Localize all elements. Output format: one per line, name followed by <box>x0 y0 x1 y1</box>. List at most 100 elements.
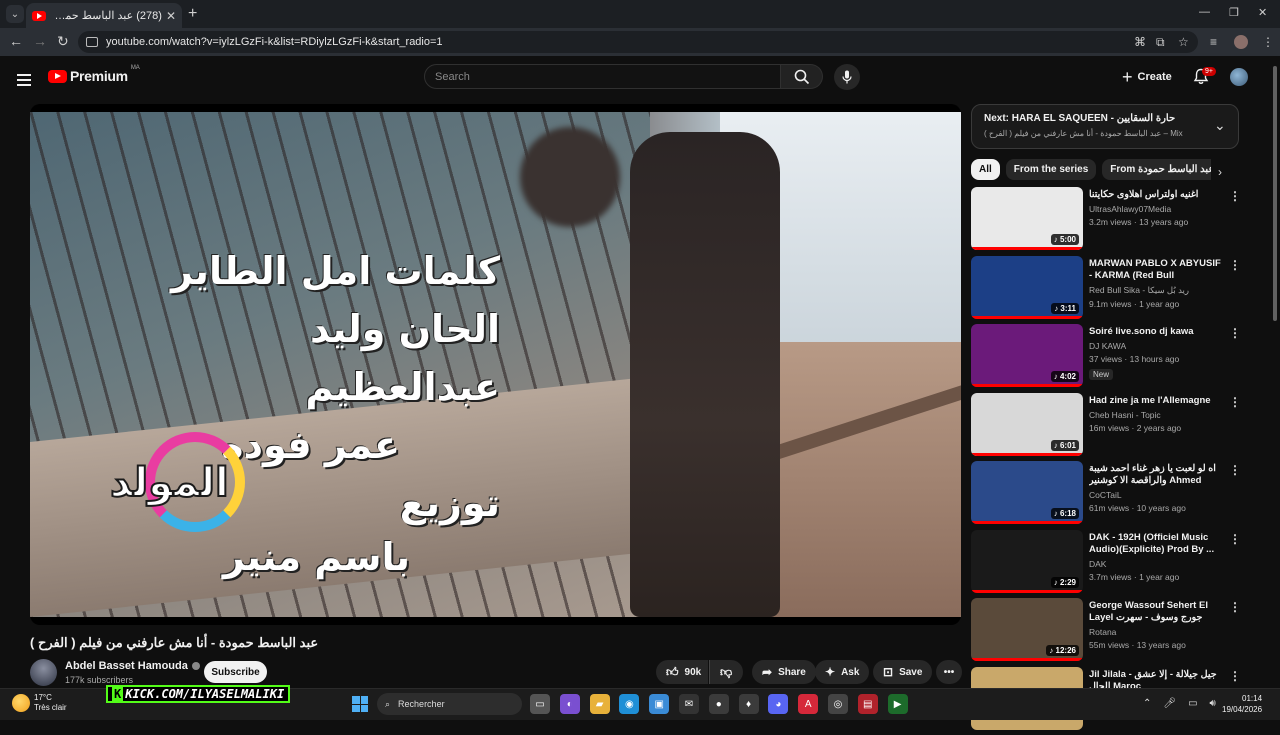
recommendation-channel[interactable]: UltrasAhlawy07Media <box>1089 204 1223 214</box>
recommendation-item[interactable]: ♪ 6:01 Had zine ja me l'Allemagne Cheb H… <box>971 393 1241 462</box>
file-explorer-icon[interactable]: ▰ <box>590 694 610 714</box>
kebab-menu-icon[interactable]: ⋮ <box>1229 326 1241 340</box>
weather-widget[interactable]: 17°CTrès clair <box>12 693 67 713</box>
voice-search-button[interactable] <box>834 64 860 90</box>
reading-list-icon[interactable]: ≡ <box>1210 35 1217 49</box>
chip-from-artist[interactable]: From عبد الباسط حمودة <box>1102 159 1211 180</box>
scrollbar-thumb[interactable] <box>1273 66 1277 321</box>
video-thumbnail[interactable]: ♪ 12:26 <box>971 598 1083 661</box>
system-clock[interactable]: 01:1419/04/2026 <box>1222 693 1262 715</box>
recommendation-channel[interactable]: Rotana <box>1089 627 1223 637</box>
search-input[interactable]: Search <box>424 64 781 89</box>
minimize-icon[interactable]: — <box>1199 6 1210 18</box>
url-field[interactable]: youtube.com/watch?v=iylzLGzFi-k&list=RDi… <box>78 31 1198 53</box>
channel-avatar[interactable] <box>30 659 57 686</box>
obs-icon[interactable]: ◎ <box>828 694 848 714</box>
recommendation-channel[interactable]: DAK <box>1089 559 1223 569</box>
recommendation-item[interactable]: ♪ 6:18 اه لو لعبت يا زهر غناء احمد شيبة … <box>971 461 1241 530</box>
edge-icon[interactable]: ◉ <box>619 694 639 714</box>
video-thumbnail[interactable]: ♪ 3:11 <box>971 256 1083 319</box>
ask-button[interactable]: ✦Ask <box>815 660 869 684</box>
like-button[interactable]: 👍︎90k <box>656 660 708 684</box>
create-button[interactable]: +Create <box>1122 66 1172 88</box>
forward-arrow-icon[interactable]: → <box>33 33 47 49</box>
youtube-logo[interactable]: Premium MA <box>48 68 140 84</box>
tab-close-icon[interactable]: ✕ <box>166 9 176 23</box>
chrome-icon[interactable]: ● <box>709 694 729 714</box>
recommendation-item[interactable]: ♪ 4:02 Soiré live.sono dj kawa DJ KAWA 3… <box>971 324 1241 393</box>
chip-from-series[interactable]: From the series <box>1006 159 1096 180</box>
recommendation-channel[interactable]: Cheb Hasni - Topic <box>1089 410 1223 420</box>
volume-icon[interactable]: 🔊︎ <box>1210 698 1216 709</box>
bookmark-star-icon[interactable]: ☆ <box>1178 35 1189 49</box>
recommendation-title[interactable]: MARWAN PABLO X ABYUSIF - KARMA (Red Bull… <box>1089 258 1223 282</box>
game-icon[interactable]: ♦ <box>739 694 759 714</box>
search-button[interactable] <box>781 64 823 89</box>
recommendation-title[interactable]: Soiré live.sono dj kawa <box>1089 326 1223 338</box>
share-button[interactable]: ➦Share <box>752 660 816 684</box>
recommendation-channel[interactable]: CoCTaiL <box>1089 490 1223 500</box>
video-thumbnail[interactable]: ♪ 4:02 <box>971 324 1083 387</box>
recommendation-title[interactable]: Had zine ja me l'Allemagne <box>1089 395 1223 407</box>
window-close-icon[interactable]: ✕ <box>1258 6 1267 19</box>
recommendation-title[interactable]: اغنيه اولتراس اهلاوى حكايتنا <box>1089 189 1223 201</box>
video-thumbnail[interactable]: ♪ 6:18 <box>971 461 1083 524</box>
recommendation-channel[interactable]: Red Bull Sika - ريد بُل سيكا <box>1089 285 1223 296</box>
video-player[interactable]: كلمات امل الطاير الحان وليد عبدالعظيم عم… <box>30 104 961 625</box>
next-mix-panel[interactable]: Next: HARA EL SAQUEEN - حارة السقايين Mi… <box>971 104 1239 149</box>
hamburger-menu-icon[interactable] <box>17 71 31 89</box>
recommendation-title[interactable]: DAK - 192H (Officiel Music Audio)(Explic… <box>1089 532 1223 556</box>
reload-icon[interactable]: ↻ <box>57 33 69 50</box>
chevron-down-icon[interactable]: ⌄ <box>1214 117 1226 134</box>
save-button[interactable]: ⊡Save <box>873 660 932 684</box>
taskbar-search[interactable]: ⌕Rechercher <box>377 693 522 715</box>
kebab-menu-icon[interactable]: ⋮ <box>1229 463 1241 477</box>
video-thumbnail[interactable]: ♪ 6:01 <box>971 393 1083 456</box>
restore-icon[interactable]: ❐ <box>1229 6 1239 19</box>
account-avatar[interactable] <box>1230 68 1248 86</box>
chevron-right-icon[interactable]: › <box>1218 165 1222 179</box>
kebab-menu-icon[interactable]: ⋮ <box>1229 395 1241 409</box>
profile-avatar-icon[interactable] <box>1234 35 1248 49</box>
kebab-menu-icon[interactable]: ⋮ <box>1229 258 1241 272</box>
back-arrow-icon[interactable]: ← <box>9 33 23 49</box>
play-app-icon[interactable]: ▶ <box>888 694 908 714</box>
kebab-menu-icon[interactable]: ⋮ <box>1229 669 1241 683</box>
discord-icon[interactable]: ◕ <box>768 694 788 714</box>
app-red-icon[interactable]: ▤ <box>858 694 878 714</box>
recommendation-item[interactable]: ♪ 2:29 DAK - 192H (Officiel Music Audio)… <box>971 530 1241 599</box>
recommendation-title[interactable]: اه لو لعبت يا زهر غناء احمد شيبة والراقص… <box>1089 463 1223 487</box>
kebab-menu-icon[interactable]: ⋮ <box>1229 600 1241 614</box>
recommendation-title[interactable]: George Wassouf Sehert El Layel جورج وسوف… <box>1089 600 1223 624</box>
recommendation-item[interactable]: ♪ 5:00 اغنيه اولتراس اهلاوى حكايتنا Ultr… <box>971 187 1241 256</box>
network-icon[interactable]: ▭ <box>1188 698 1197 709</box>
windows-start-icon[interactable] <box>352 696 368 712</box>
recommendation-channel[interactable]: DJ KAWA <box>1089 341 1223 351</box>
site-info-icon[interactable] <box>86 37 98 47</box>
store-icon[interactable]: ▣ <box>649 694 669 714</box>
video-frame[interactable]: كلمات امل الطاير الحان وليد عبدالعظيم عم… <box>30 112 961 617</box>
chip-all[interactable]: All <box>971 159 1000 180</box>
tab-search-chevron-icon[interactable]: ⌄ <box>6 5 24 23</box>
recommendation-item[interactable]: ♪ 12:26 George Wassouf Sehert El Layel ج… <box>971 598 1241 667</box>
new-tab-plus-icon[interactable]: + <box>188 5 197 23</box>
subscribe-button[interactable]: Subscribe <box>204 661 267 683</box>
channel-name[interactable]: Abdel Basset Hamouda <box>65 660 200 672</box>
copilot-icon[interactable]: ◐ <box>560 694 580 714</box>
mail-icon[interactable]: ✉ <box>679 694 699 714</box>
microphone-tray-icon[interactable]: 🎤︎ <box>1163 698 1176 709</box>
video-thumbnail[interactable]: ♪ 2:29 <box>971 530 1083 593</box>
translate-icon[interactable]: ⌘ <box>1134 35 1146 49</box>
browser-tab[interactable]: (278) عبد الباسط حمودة - أنا ✕ <box>26 3 182 28</box>
more-actions-button[interactable]: ••• <box>936 660 962 684</box>
browser-menu-icon[interactable]: ⋮ <box>1262 35 1274 49</box>
tray-chevron-up-icon[interactable]: ⌃ <box>1143 698 1151 709</box>
task-view-icon[interactable]: ▭ <box>530 694 550 714</box>
kebab-menu-icon[interactable]: ⋮ <box>1229 532 1241 546</box>
install-app-icon[interactable]: ⧉ <box>1156 35 1165 50</box>
recommendation-item[interactable]: ♪ 3:11 MARWAN PABLO X ABYUSIF - KARMA (R… <box>971 256 1241 325</box>
page-scrollbar[interactable] <box>1270 56 1280 688</box>
app-a-icon[interactable]: A <box>798 694 818 714</box>
video-thumbnail[interactable]: ♪ 5:00 <box>971 187 1083 250</box>
kebab-menu-icon[interactable]: ⋮ <box>1229 189 1241 203</box>
